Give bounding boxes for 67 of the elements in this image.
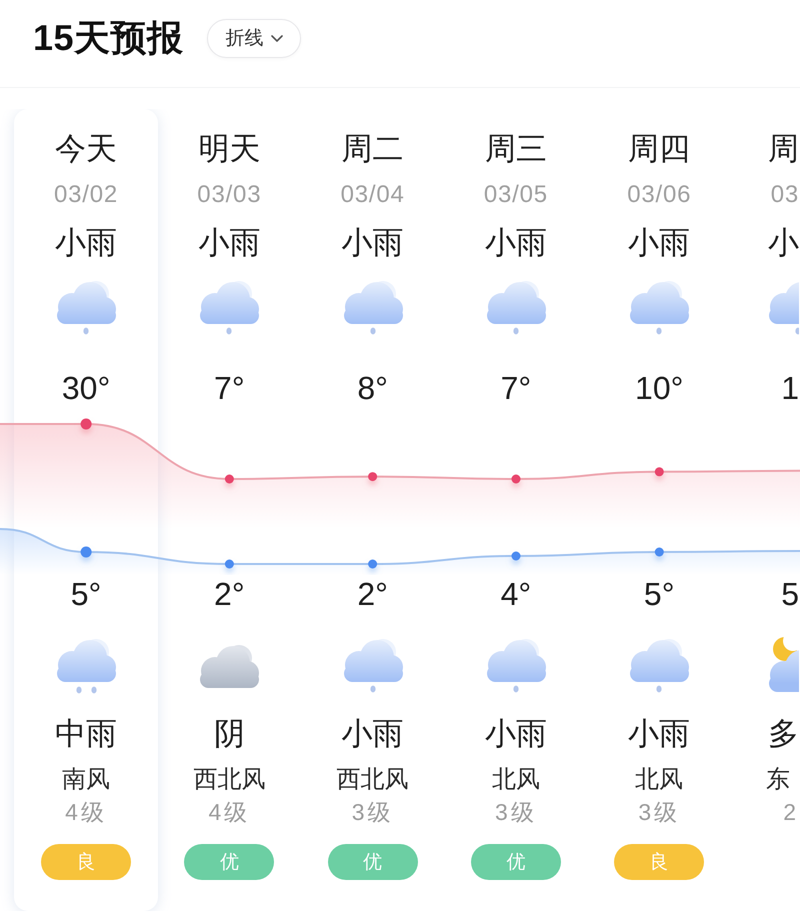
air-quality-tag: 良 <box>41 844 132 880</box>
day-label: 今天 <box>55 130 118 168</box>
low-temp-point <box>654 548 664 556</box>
low-temp-point <box>224 560 234 568</box>
weather-label: 小雨 <box>342 224 404 262</box>
day-label: 周三 <box>484 130 547 168</box>
wind-direction-label: 东 <box>766 766 790 794</box>
high-temp-label: 10° <box>635 368 684 408</box>
high-temp-label: 30° <box>62 368 110 408</box>
low-temp-label: 2° <box>214 574 245 614</box>
high-temp-point <box>80 418 92 430</box>
wind-level-label: 3级 <box>352 799 394 827</box>
low-temp-point <box>368 560 378 568</box>
chevron-down-icon <box>270 34 283 42</box>
air-quality-tag: 优 <box>470 844 561 880</box>
low-temp-label: 2° <box>357 574 388 614</box>
high-temp-label: 7° <box>500 368 532 408</box>
page-title: 15天预报 <box>33 16 184 60</box>
high-temp-point <box>224 474 234 484</box>
air-quality-tag: 良 <box>614 844 704 880</box>
low-temp-label: 5° <box>644 574 675 614</box>
day-label: 周二 <box>342 130 404 168</box>
weather-label: 小雨 <box>198 224 260 262</box>
high-temp-point <box>368 472 378 482</box>
chart-style-dropdown[interactable]: 折线 <box>206 18 301 58</box>
low-temp-point <box>512 552 520 560</box>
weather-label: 小雨 <box>628 715 690 753</box>
wind-level-label: 3级 <box>495 799 537 827</box>
low-temp-point <box>80 546 92 558</box>
date-label: 03/03 <box>197 180 262 210</box>
weather-label: 小雨 <box>55 224 118 262</box>
weather-label: 阴 <box>214 715 245 753</box>
low-temp-label: 5° <box>70 574 102 614</box>
high-temp-label: 8° <box>357 368 388 408</box>
date-label: 03/06 <box>627 180 692 210</box>
weather-label: 多 <box>768 715 799 753</box>
weather-label: 小雨 <box>342 715 404 753</box>
wind-level-label: 2 <box>783 799 799 827</box>
moon-cloud-icon <box>766 635 799 695</box>
high-temp-label: 7° <box>214 368 245 408</box>
wind-direction-label: 南风 <box>62 766 110 794</box>
date-label: 03 <box>770 180 799 210</box>
day-label: 明天 <box>198 130 260 168</box>
date-label: 03/05 <box>484 180 548 210</box>
wind-direction-label: 西北风 <box>336 766 409 794</box>
wind-direction-label: 北风 <box>635 766 684 794</box>
weather-label: 小雨 <box>484 715 547 753</box>
wind-level-label: 4级 <box>208 799 250 827</box>
day-label: 周四 <box>628 130 690 168</box>
low-temp-label: 5 <box>781 574 799 614</box>
date-label: 03/02 <box>54 180 118 210</box>
weather-label: 中雨 <box>55 715 118 753</box>
low-temp-label: 4° <box>500 574 532 614</box>
weather-label: 小雨 <box>628 224 690 262</box>
wind-direction-label: 西北风 <box>193 766 266 794</box>
weather-label: 小雨 <box>484 224 547 262</box>
air-quality-tag: 优 <box>328 844 418 880</box>
date-label: 03/04 <box>340 180 405 210</box>
day-label: 周 <box>768 130 799 168</box>
wind-level-label: 4级 <box>65 799 107 827</box>
high-temp-point <box>512 474 520 484</box>
weather-label: 小 <box>768 224 799 262</box>
high-temp-label: 1 <box>781 368 799 408</box>
wind-direction-label: 北风 <box>492 766 540 794</box>
wind-level-label: 3级 <box>638 799 680 827</box>
high-temp-point <box>654 467 664 476</box>
air-quality-tag: 优 <box>184 844 274 880</box>
